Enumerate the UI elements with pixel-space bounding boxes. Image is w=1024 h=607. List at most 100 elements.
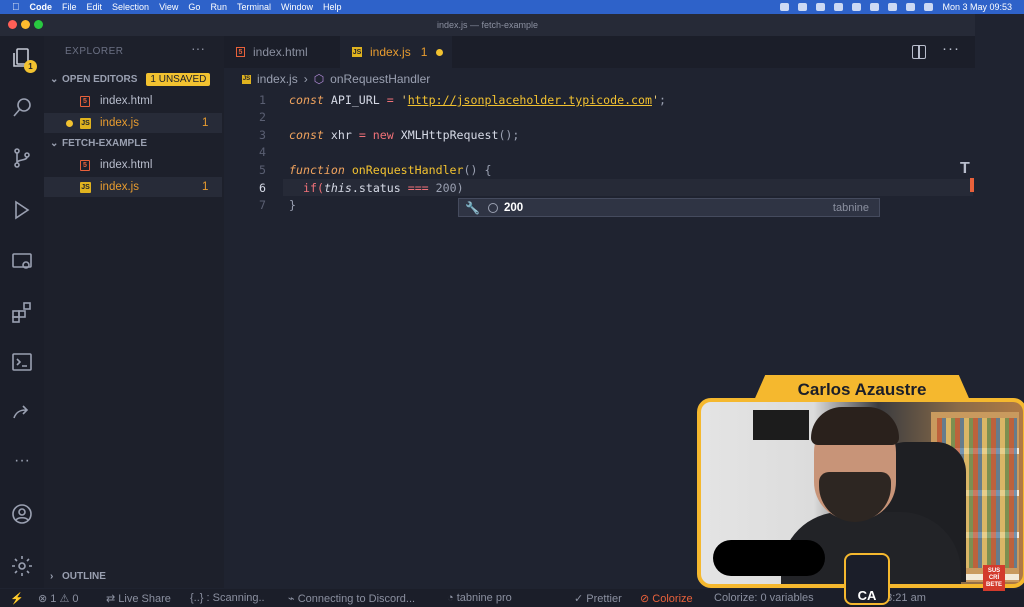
source-control-icon[interactable] [10,146,34,170]
explorer-more-icon[interactable]: ··· [191,40,205,56]
settings-gear-icon[interactable] [10,554,34,578]
status-tray-icon[interactable] [816,3,826,11]
tabnine-status[interactable]: ◔ tabnine pro [447,592,512,604]
problems-indicator[interactable]: ⊗ 1 ⚠ 0 [38,592,79,605]
code-token: const [289,128,324,142]
wifi-icon[interactable] [906,3,916,11]
folder-header[interactable]: ⌄ FETCH-EXAMPLE [50,138,147,149]
menu-view[interactable]: View [159,2,178,12]
html-file-icon: 5 [80,95,90,107]
code-token: 200 [428,181,457,195]
terminal-icon[interactable] [10,350,34,374]
menu-selection[interactable]: Selection [112,2,149,12]
file-name: index.html [100,159,153,171]
code-token: onRequestHandler [344,163,464,177]
menu-run[interactable]: Run [210,2,227,12]
status-tray-icon[interactable] [888,3,898,11]
code-token: API_URL [323,93,387,107]
code-line-5: function onRequestHandler() { [289,163,491,177]
activity-bar: 1 ··· [0,36,44,588]
error-count: 1 [50,592,57,605]
open-editor-item-index-html[interactable]: 5 index.html [44,91,222,111]
status-tray-icon[interactable] [780,3,790,11]
menu-window[interactable]: Window [281,2,313,12]
file-name: index.html [100,95,153,107]
minimize-window-button[interactable] [21,20,30,29]
open-editors-header[interactable]: ⌄ OPEN EDITORS 1 UNSAVED [50,73,211,86]
prettier-status[interactable]: ✓ Prettier [574,592,622,605]
menu-terminal[interactable]: Terminal [237,2,271,12]
discord-status[interactable]: ⌁ Connecting to Discord... [288,592,415,605]
line-number: 1 [259,93,266,107]
code-token: (); [498,128,520,142]
outline-header[interactable]: › OUTLINE [50,571,106,582]
chevron-down-icon: ⌄ [50,74,59,85]
js-file-icon: JS [80,181,91,193]
code-token: () { [463,163,492,177]
menu-help[interactable]: Help [323,2,342,12]
extensions-icon[interactable] [10,300,34,324]
folder-label: FETCH-EXAMPLE [62,138,147,149]
code-token: = [386,93,394,107]
tab-index-js[interactable]: JS index.js 1 [340,36,452,68]
breadcrumb-file[interactable]: index.js [257,72,298,86]
folder-item-index-js[interactable]: JS index.js 1 [44,177,222,197]
autocomplete-suggestion[interactable]: 🔧 200 tabnine [458,198,880,217]
person-hair [811,407,899,445]
tab-index-html[interactable]: 5 index.html [236,36,336,68]
unsaved-dot-icon[interactable] [436,48,444,56]
code-token: .status [351,181,408,195]
suggestion-value: 200 [503,201,524,214]
status-tray-icon[interactable] [852,3,862,11]
chevron-down-icon: ⌄ [50,138,59,149]
code-token: xhr [323,128,359,142]
scanning-status[interactable]: {..} : Scanning.. [190,592,265,604]
menu-edit[interactable]: Edit [87,2,103,12]
code-token: function [289,163,345,177]
spotlight-icon[interactable] [924,3,934,11]
editor-tabs: 5 index.html JS index.js 1 [224,36,975,68]
open-editor-item-index-js[interactable]: JS index.js 1 [44,113,222,133]
apple-icon[interactable]:  [12,2,20,13]
wall-frame [753,410,809,440]
status-tray-icon[interactable] [798,3,808,11]
search-icon[interactable] [10,96,34,120]
tabnine-icon: T [960,160,970,177]
code-link[interactable]: http://jsonplaceholder.typicode.com [408,93,652,107]
folder-item-index-html[interactable]: 5 index.html [44,155,222,175]
html-file-icon: 5 [236,47,245,57]
editor-more-icon[interactable]: ··· [942,40,960,57]
subscribe-badge[interactable]: SUS CRÍ BETE [983,565,1005,591]
remote-icon[interactable]: ⚡ [10,592,24,605]
status-tray-icon[interactable] [834,3,844,11]
code-line-7: } [289,198,296,212]
breadcrumb: JS index.js › ⬡ onRequestHandler [242,72,430,86]
colorize-variables[interactable]: Colorize: 0 variables [714,592,814,604]
close-window-button[interactable] [8,20,17,29]
menubar-datetime[interactable]: Mon 3 May 09:53 [942,2,1012,12]
line-number: 2 [259,110,266,124]
js-file-icon: JS [80,117,91,129]
explorer-title: EXPLORER [65,46,124,57]
account-icon[interactable] [10,502,34,526]
live-share-button[interactable]: ⇄ Live Share [106,592,171,605]
menu-go[interactable]: Go [188,2,200,12]
mac-menu-bar:  Code File Edit Selection View Go Run T… [0,0,1024,14]
colorize-button[interactable]: ⊘ Colorize [640,592,693,605]
maximize-window-button[interactable] [34,20,43,29]
value-kind-icon [487,202,498,213]
more-icon[interactable]: ··· [10,452,34,476]
remote-explorer-icon[interactable] [10,250,34,274]
menu-app-name[interactable]: Code [30,2,53,12]
html-file-icon: 5 [80,159,90,171]
menu-file[interactable]: File [62,2,77,12]
code-token: new [372,128,394,142]
live-share-icon[interactable] [10,400,34,424]
split-editor-icon[interactable] [912,45,926,59]
window-title-bar: index.js — fetch-example [0,14,975,36]
status-tray-icon[interactable] [870,3,880,11]
colorize-label: Colorize [652,592,693,605]
run-debug-icon[interactable] [10,198,34,222]
breadcrumb-symbol[interactable]: onRequestHandler [330,72,430,86]
